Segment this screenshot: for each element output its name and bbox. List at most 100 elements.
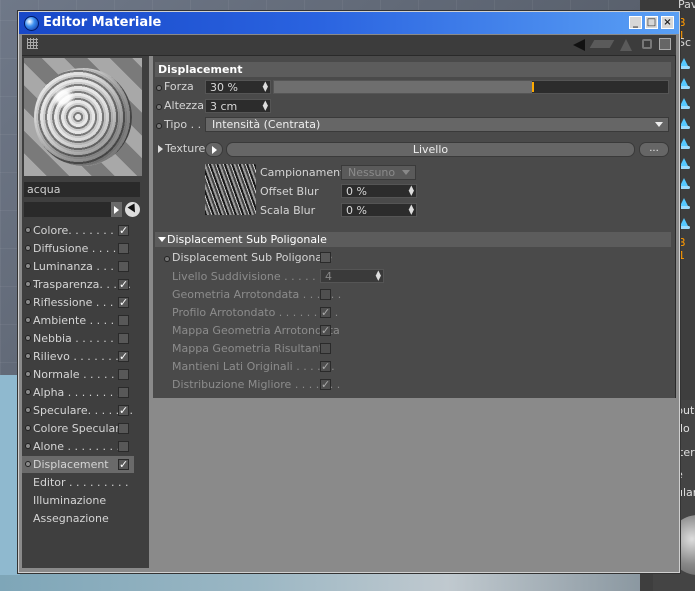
material-selector-field[interactable]	[24, 202, 111, 217]
channel-checkbox[interactable]	[118, 315, 129, 326]
maximize-button[interactable]: □	[645, 16, 658, 29]
altezza-label: Altezza	[164, 99, 204, 112]
spin-arrows-icon[interactable]: ▲ ▼	[263, 81, 268, 93]
cinema4d-logo-icon	[24, 16, 39, 31]
channel-checkbox[interactable]: ✓	[118, 459, 129, 470]
channel-checkbox[interactable]	[118, 369, 129, 380]
grid-menu-icon[interactable]	[27, 38, 38, 49]
livello-suddivisione-label: Livello Suddivisione . . . . . . . .	[172, 270, 337, 283]
section-header-displacement: Displacement	[155, 62, 671, 77]
geometria-arrotondata-label: Geometria Arrotondata . . . . . .	[172, 288, 342, 301]
close-button[interactable]: ×	[661, 16, 674, 29]
section-header-subpoly[interactable]: Displacement Sub Poligonale	[155, 232, 671, 247]
animation-dot[interactable]	[156, 85, 162, 91]
channel-dot	[25, 443, 31, 449]
offset-blur-input[interactable]: 0 % ▲ ▼	[341, 184, 417, 198]
item-editor[interactable]: Editor . . . . . . . . .	[22, 474, 134, 491]
channel-colore[interactable]: Colore. . . . . . . . . ✓	[22, 222, 134, 239]
spin-arrows-icon[interactable]: ▲ ▼	[376, 270, 381, 282]
channel-checkbox[interactable]	[118, 243, 129, 254]
channel-dot	[25, 227, 31, 233]
animation-dot[interactable]	[156, 104, 162, 110]
channel-speculare[interactable]: Speculare. . . . . . . ✓	[22, 402, 134, 419]
forward-arrow-icon[interactable]	[589, 40, 615, 48]
channel-luminanza[interactable]: Luminanza . . . . . .	[22, 258, 134, 290]
picker-arrow-icon[interactable]	[125, 202, 140, 217]
channel-checkbox[interactable]	[118, 441, 129, 452]
texture-thumbnail[interactable]	[205, 164, 256, 215]
mappa-geometria-arrotondata-checkbox[interactable]: ✓	[320, 325, 331, 336]
object-label[interactable]: Pav	[678, 0, 695, 11]
channel-checkbox[interactable]: ✓	[118, 297, 129, 308]
empty-panel-area	[153, 398, 675, 568]
channel-checkbox[interactable]	[118, 423, 129, 434]
back-arrow-icon[interactable]	[573, 39, 585, 51]
channel-alone[interactable]: Alone . . . . . . . . .	[22, 438, 134, 455]
channel-dot	[25, 299, 31, 305]
mantieni-lati-originali-checkbox[interactable]: ✓	[320, 361, 331, 372]
spin-arrows-icon[interactable]: ▲ ▼	[409, 204, 414, 216]
item-assegnazione[interactable]: Assegnazione	[22, 510, 134, 527]
geometria-arrotondata-checkbox[interactable]	[320, 289, 331, 300]
spin-arrows-icon[interactable]: ▲ ▼	[409, 185, 414, 197]
material-preview[interactable]	[24, 58, 142, 176]
texture-browse-button[interactable]: ...	[639, 142, 669, 157]
channel-normale[interactable]: Normale . . . . . . .	[22, 366, 134, 383]
channel-checkbox[interactable]: ✓	[118, 225, 129, 236]
up-arrow-icon[interactable]	[620, 39, 632, 51]
profilo-arrotondato-checkbox[interactable]: ✓	[320, 307, 331, 318]
spin-arrows-icon[interactable]: ▲ ▼	[263, 100, 268, 112]
minimize-button[interactable]: _	[629, 16, 642, 29]
tipo-dropdown[interactable]: Intensità (Centrata)	[205, 117, 669, 132]
channel-dot	[25, 389, 31, 395]
livello-suddivisione-input[interactable]: 4 ▲ ▼	[320, 269, 384, 283]
campionamento-label: Campionamento	[260, 166, 352, 179]
distribuzione-migliore-checkbox[interactable]: ✓	[320, 379, 331, 390]
channel-alpha[interactable]: Alpha . . . . . . . . .	[22, 384, 134, 401]
lock-icon[interactable]	[642, 39, 652, 49]
mantieni-lati-originali-label: Mantieni Lati Originali . . . . . .	[172, 360, 335, 373]
forza-slider[interactable]	[273, 80, 669, 94]
forza-label: Forza	[164, 80, 194, 93]
expand-arrow-icon[interactable]	[158, 145, 163, 153]
channel-ambiente[interactable]: Ambiente . . . . . . .	[22, 312, 134, 344]
collapse-arrow-icon[interactable]	[158, 237, 166, 242]
channel-checkbox[interactable]	[118, 333, 129, 344]
channel-dot	[25, 335, 31, 341]
channel-rilievo[interactable]: Rilievo . . . . . . . . ✓	[22, 348, 134, 365]
animation-dot[interactable]	[164, 256, 170, 262]
channel-dot	[25, 263, 31, 269]
forza-input[interactable]: 30 % ▲ ▼	[205, 80, 271, 94]
channel-checkbox[interactable]: ✓	[118, 279, 129, 290]
channel-riflessione[interactable]: Riflessione . . . . . ✓	[22, 294, 134, 311]
subpoly-enable-checkbox[interactable]	[320, 252, 331, 263]
channel-dot	[25, 317, 31, 323]
channel-dot	[25, 353, 31, 359]
material-name-field[interactable]: acqua	[24, 182, 140, 197]
new-window-icon[interactable]	[659, 38, 671, 50]
mappa-geometria-arrotondata-label: Mappa Geometria Arrotondata	[172, 324, 340, 337]
altezza-input[interactable]: 3 cm ▲ ▼	[205, 99, 271, 113]
channel-trasparenza[interactable]: Trasparenza. . . . . ✓	[22, 276, 134, 293]
object-label-orange[interactable]: B 1	[678, 236, 695, 262]
animation-dot[interactable]	[156, 123, 162, 129]
channel-checkbox[interactable]: ✓	[118, 351, 129, 362]
channel-checkbox[interactable]	[118, 387, 129, 398]
item-illuminazione[interactable]: Illuminazione	[22, 492, 134, 509]
channel-displacement[interactable]: Displacement ✓	[22, 456, 134, 473]
channel-diffusione[interactable]: Diffusione . . . . . .	[22, 240, 134, 257]
channel-colore-speculare[interactable]: Colore Speculare	[22, 420, 134, 437]
channel-checkbox[interactable]	[118, 261, 129, 272]
slider-handle[interactable]	[532, 82, 534, 92]
texture-layer-button[interactable]: Livello	[226, 142, 635, 157]
texture-menu-button[interactable]	[205, 142, 223, 157]
channel-nebbia[interactable]: Nebbia . . . . . . . .	[22, 330, 134, 347]
campionamento-dropdown[interactable]: Nessuno	[341, 165, 416, 180]
title-bar[interactable]: Editor Materiale _ □ ×	[19, 12, 679, 34]
editor-toolbar	[22, 35, 676, 56]
mappa-geometria-risultante-checkbox[interactable]	[320, 343, 331, 354]
offset-blur-label: Offset Blur	[260, 185, 319, 198]
channel-checkbox[interactable]: ✓	[118, 405, 129, 416]
scala-blur-input[interactable]: 0 % ▲ ▼	[341, 203, 417, 217]
material-selector-arrow[interactable]	[111, 202, 122, 217]
